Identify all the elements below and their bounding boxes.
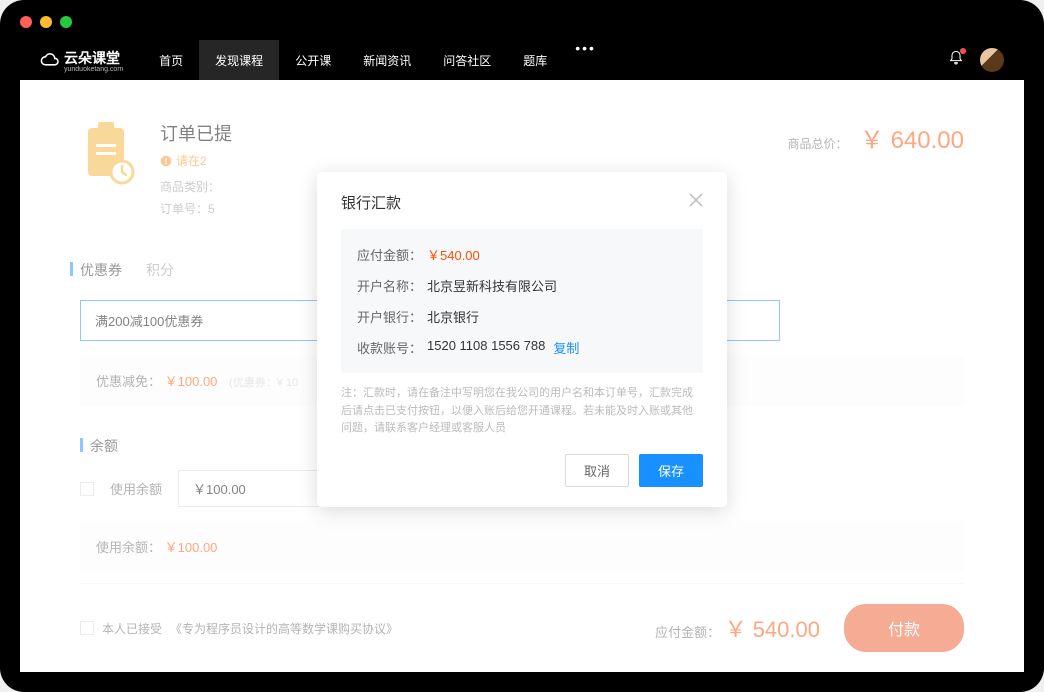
nav-item-bank[interactable]: 题库 [507, 40, 563, 80]
bank-transfer-modal: 银行汇款 应付金额： ￥540.00 开户名称： 北京昱新科技有限公司 [317, 172, 727, 507]
modal-title: 银行汇款 [341, 192, 401, 213]
modal-note: 注：汇款时，请在备注中写明您在我公司的用户名和本订单号，汇款完成后请点击已支付按… [341, 385, 703, 438]
logo[interactable]: 云朵课堂 yunduoketang.com [40, 48, 123, 73]
nav-items: 首页 发现课程 公开课 新闻资讯 问答社区 题库 ••• [143, 40, 608, 80]
content: 订单已提 请在2 商品类别： 订单号：5 商品总价： ￥ 640.00 优惠券 … [20, 80, 1024, 672]
notification-badge [960, 48, 966, 54]
nav-item-news[interactable]: 新闻资讯 [347, 40, 427, 80]
logo-subtitle: yunduoketang.com [64, 66, 123, 73]
cloud-icon [40, 52, 60, 68]
nav-item-open-class[interactable]: 公开课 [279, 40, 347, 80]
bank-label: 开户银行： [357, 307, 427, 326]
notifications-button[interactable] [948, 50, 964, 71]
nav-more[interactable]: ••• [563, 40, 608, 80]
window-maximize[interactable] [60, 16, 72, 28]
amount-label: 应付金额： [357, 245, 427, 264]
account-no-value: 1520 1108 1556 788 [427, 338, 545, 357]
navbar: 云朵课堂 yunduoketang.com 首页 发现课程 公开课 新闻资讯 问… [20, 40, 1024, 80]
window-minimize[interactable] [40, 16, 52, 28]
account-name-value: 北京昱新科技有限公司 [427, 276, 557, 295]
window-close[interactable] [20, 16, 32, 28]
bank-value: 北京银行 [427, 307, 479, 326]
account-name-label: 开户名称： [357, 276, 427, 295]
close-icon [689, 193, 703, 207]
window-controls [20, 16, 72, 28]
nav-item-qa[interactable]: 问答社区 [427, 40, 507, 80]
modal-body: 应付金额： ￥540.00 开户名称： 北京昱新科技有限公司 开户银行： 北京银… [341, 229, 703, 373]
nav-item-home[interactable]: 首页 [143, 40, 199, 80]
cancel-button[interactable]: 取消 [565, 454, 629, 487]
amount-value: ￥540.00 [427, 245, 480, 264]
modal-close-button[interactable] [689, 193, 703, 212]
user-avatar[interactable] [980, 48, 1004, 72]
account-no-label: 收款账号： [357, 338, 427, 357]
nav-item-discover[interactable]: 发现课程 [199, 40, 279, 80]
copy-button[interactable]: 复制 [553, 338, 579, 357]
save-button[interactable]: 保存 [639, 454, 703, 487]
logo-text: 云朵课堂 [64, 48, 123, 68]
